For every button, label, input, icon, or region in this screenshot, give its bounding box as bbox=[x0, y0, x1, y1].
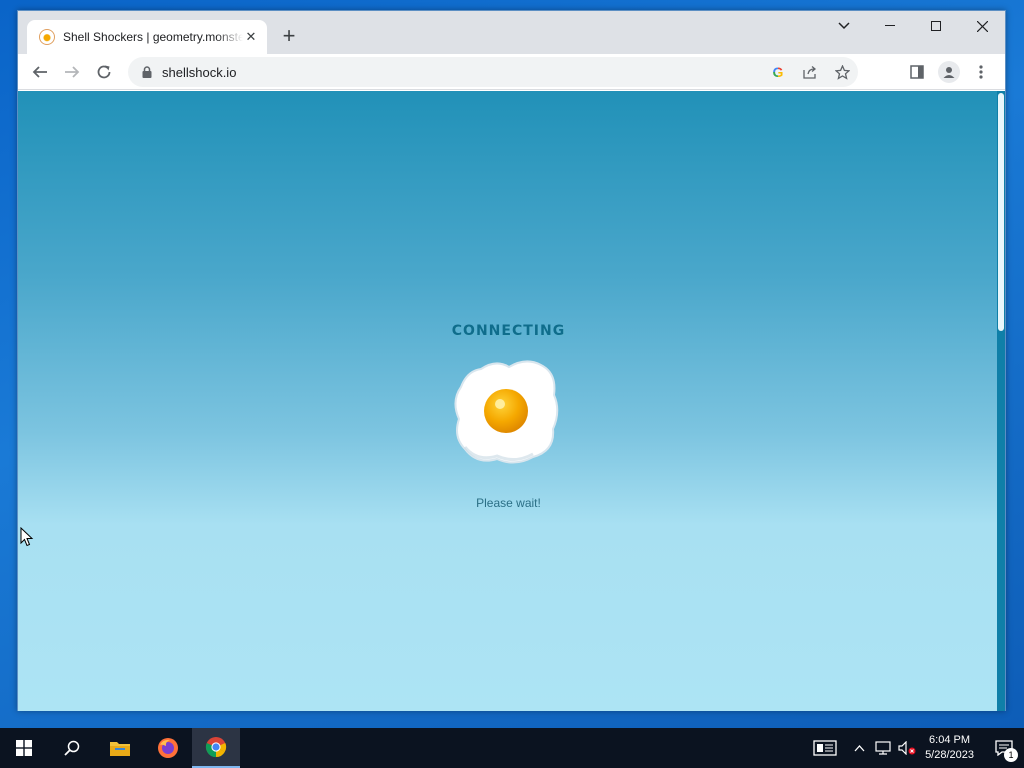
google-lens-button[interactable]: G bbox=[762, 57, 794, 87]
taskbar: 6:04 PM 5/28/2023 1 bbox=[0, 728, 1024, 768]
fried-egg-icon bbox=[454, 360, 559, 464]
lock-icon[interactable] bbox=[140, 65, 154, 79]
side-panel-icon bbox=[910, 65, 924, 79]
kebab-menu-icon bbox=[979, 65, 983, 79]
tab-strip: Shell Shockers | geometry.monster ✕ + bbox=[18, 11, 1005, 54]
side-panel-button[interactable] bbox=[901, 58, 933, 86]
search-icon bbox=[64, 740, 80, 756]
taskbar-clock[interactable]: 6:04 PM 5/28/2023 bbox=[919, 733, 984, 763]
egg-favicon-icon bbox=[39, 29, 55, 45]
page-scrollbar[interactable] bbox=[997, 91, 1005, 711]
close-icon bbox=[976, 20, 988, 32]
firefox-button[interactable] bbox=[144, 728, 192, 768]
chrome-icon bbox=[205, 737, 227, 758]
profile-button[interactable] bbox=[933, 58, 965, 86]
status-message: Please wait! bbox=[476, 496, 541, 510]
maximize-icon bbox=[931, 21, 941, 31]
toolbar-actions bbox=[901, 58, 997, 86]
minimize-button[interactable] bbox=[867, 11, 913, 41]
omnibox-actions: G bbox=[762, 57, 858, 87]
star-icon bbox=[834, 64, 850, 80]
start-button[interactable] bbox=[0, 728, 48, 768]
page-viewport: CONNECTING Please wait! bbox=[18, 91, 1005, 711]
close-icon[interactable]: ✕ bbox=[243, 29, 259, 45]
browser-toolbar: shellshock.io G bbox=[18, 54, 1005, 90]
file-explorer-icon bbox=[110, 742, 130, 756]
show-hidden-icons-button[interactable] bbox=[847, 728, 871, 768]
profile-icon bbox=[938, 61, 960, 83]
volume-button[interactable] bbox=[895, 728, 919, 768]
chevron-up-icon bbox=[854, 744, 865, 751]
maximize-button[interactable] bbox=[913, 11, 959, 41]
forward-button[interactable] bbox=[58, 58, 86, 86]
reload-icon bbox=[97, 65, 111, 79]
news-icon bbox=[813, 740, 837, 756]
window-close-button[interactable] bbox=[959, 11, 1005, 41]
chevron-down-icon bbox=[838, 22, 850, 30]
network-icon bbox=[875, 741, 891, 755]
system-tray: 6:04 PM 5/28/2023 1 bbox=[803, 728, 1024, 768]
address-bar[interactable]: shellshock.io G bbox=[128, 57, 858, 87]
tab-shell-shockers[interactable]: Shell Shockers | geometry.monster ✕ bbox=[27, 20, 267, 54]
scrollbar-thumb[interactable] bbox=[998, 93, 1004, 331]
network-button[interactable] bbox=[871, 728, 895, 768]
bookmark-button[interactable] bbox=[826, 57, 858, 87]
volume-muted-icon bbox=[898, 741, 916, 755]
new-tab-button[interactable]: + bbox=[277, 25, 301, 49]
menu-button[interactable] bbox=[965, 58, 997, 86]
back-button[interactable] bbox=[26, 58, 54, 86]
reload-button[interactable] bbox=[90, 58, 118, 86]
minimize-icon bbox=[885, 25, 895, 26]
browser-window: Shell Shockers | geometry.monster ✕ + sh… bbox=[17, 10, 1006, 711]
firefox-icon bbox=[158, 738, 178, 758]
clock-time: 6:04 PM bbox=[929, 734, 971, 746]
back-arrow-icon bbox=[32, 66, 47, 78]
share-icon bbox=[803, 66, 817, 79]
action-center-button[interactable]: 1 bbox=[984, 728, 1024, 768]
clock-date: 5/28/2023 bbox=[925, 749, 974, 761]
share-button[interactable] bbox=[794, 57, 826, 87]
tab-title: Shell Shockers | geometry.monster bbox=[63, 30, 243, 44]
google-icon: G bbox=[772, 64, 784, 80]
windows-start-icon bbox=[16, 740, 32, 756]
notification-count-badge: 1 bbox=[1004, 748, 1018, 762]
mouse-cursor-icon bbox=[20, 527, 34, 547]
tab-search-button[interactable] bbox=[821, 11, 867, 41]
forward-arrow-icon bbox=[65, 66, 80, 78]
connecting-heading: CONNECTING bbox=[451, 323, 566, 339]
search-button[interactable] bbox=[48, 728, 96, 768]
file-explorer-button[interactable] bbox=[96, 728, 144, 768]
url-text[interactable]: shellshock.io bbox=[162, 65, 236, 80]
news-button[interactable] bbox=[803, 728, 847, 768]
chrome-button[interactable] bbox=[192, 728, 240, 768]
